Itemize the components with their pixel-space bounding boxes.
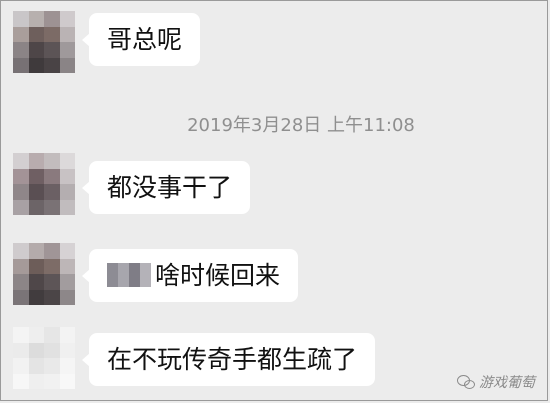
avatar[interactable] xyxy=(13,327,75,389)
message-bubble[interactable]: 哥总呢 xyxy=(81,13,201,66)
message-text: 啥时候回来 xyxy=(155,261,281,290)
avatar[interactable] xyxy=(13,11,75,73)
message-bubble[interactable]: 在不玩传奇手都生疏了 xyxy=(81,333,376,386)
watermark: 游戏葡萄 xyxy=(457,372,535,392)
redacted-name xyxy=(107,263,151,287)
message-text: 都没事干了 xyxy=(107,173,233,202)
watermark-text: 游戏葡萄 xyxy=(479,375,535,391)
message-text: 哥总呢 xyxy=(107,25,183,54)
chat-window: 哥总呢 2019年3月28日 上午11:08 都没事干了 啥时候回来 在不玩传奇… xyxy=(0,0,548,401)
message-bubble[interactable]: 都没事干了 xyxy=(81,161,251,214)
message-bubble[interactable]: 啥时候回来 xyxy=(81,249,299,302)
avatar[interactable] xyxy=(13,153,75,215)
timestamp: 2019年3月28日 上午11:08 xyxy=(187,115,415,136)
avatar[interactable] xyxy=(13,243,75,305)
wechat-icon xyxy=(457,375,475,389)
message-text: 在不玩传奇手都生疏了 xyxy=(107,345,358,374)
